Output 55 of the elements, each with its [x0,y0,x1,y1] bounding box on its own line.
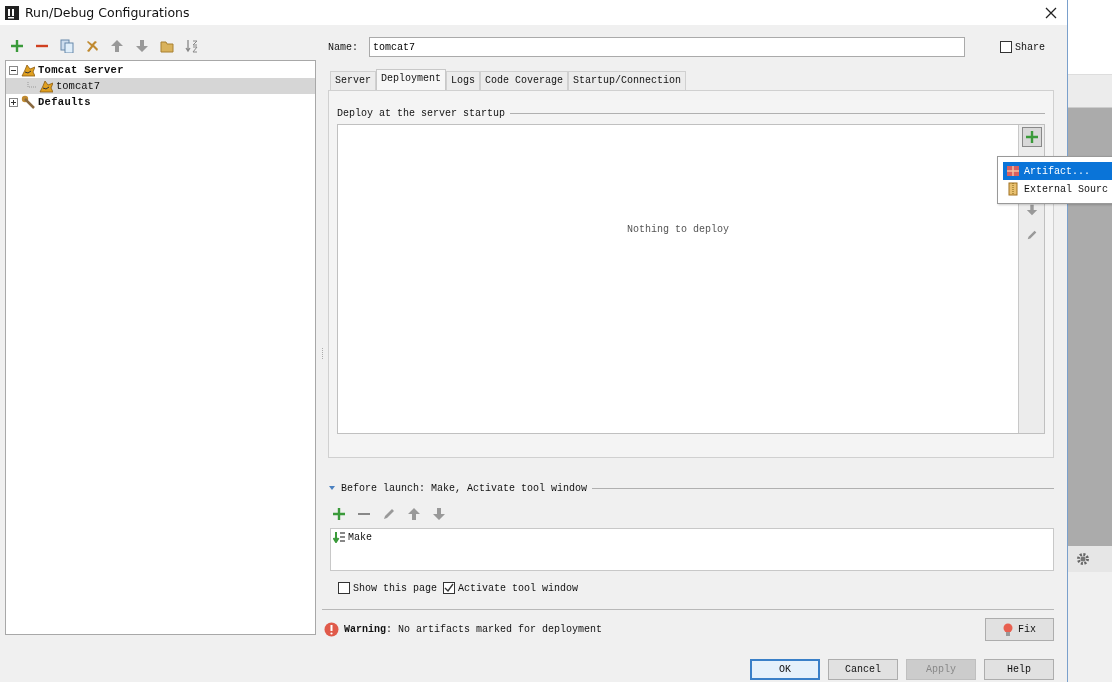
check-icon [444,583,454,593]
add-icon[interactable] [332,507,346,521]
sort-icon[interactable] [185,39,199,53]
archive-icon [1006,182,1020,196]
app-logo-icon [5,5,19,20]
move-down-icon[interactable] [1025,204,1038,216]
move-down-icon[interactable] [135,39,149,53]
tree-line-icon [27,81,36,91]
share-checkbox[interactable]: Share [1000,41,1045,53]
move-up-icon[interactable] [110,39,124,53]
cat-icon [39,79,53,93]
tab[interactable]: Deployment [376,69,447,90]
gear-icon[interactable] [1076,552,1090,566]
warning-message: Warning: No artifacts marked for deployment [344,624,603,635]
add-icon[interactable] [10,39,24,53]
expanded-triangle-icon[interactable] [328,484,336,492]
fix-button[interactable]: Fix [985,618,1054,641]
tree-item[interactable]: Tomcat Server [6,62,315,78]
menu-item[interactable]: External Sourc [1003,180,1112,198]
folder-icon[interactable] [160,39,174,53]
dialog-button[interactable]: Cancel [828,659,898,680]
tree-item[interactable]: Defaults [6,94,315,110]
group-title: Deploy at the server startup [337,107,506,119]
move-up-icon[interactable] [407,507,421,521]
name-label: Name: [328,41,359,53]
menu-item[interactable]: Artifact... [1003,162,1112,180]
tab[interactable]: Code Coverage [480,71,569,90]
add-icon [1024,130,1039,144]
task-item[interactable]: Make [331,529,1053,545]
move-down-icon[interactable] [432,507,446,521]
empty-message: Nothing to deploy [627,223,729,235]
expand-icon[interactable] [9,97,18,107]
edit-icon[interactable] [1025,229,1038,241]
cat-icon [21,63,35,77]
package-icon [1006,164,1020,178]
tab[interactable]: Logs [446,71,481,90]
make-icon [333,531,345,543]
collapse-icon[interactable] [9,65,18,75]
name-field[interactable]: tomcat7 [369,37,965,57]
option-checkbox[interactable]: Activate tool window [443,580,579,596]
option-checkbox[interactable]: Show this page [338,580,437,596]
add-button[interactable] [1021,127,1042,147]
close-icon[interactable] [1045,6,1057,19]
error-icon [324,622,339,637]
dialog-button[interactable]: Help [984,659,1054,680]
window-title: Run/Debug Configurations [25,5,190,20]
section-title: Before launch: Make, Activate tool window [341,482,588,494]
edit-icon[interactable] [382,507,396,521]
copy-icon[interactable] [60,39,74,53]
dialog-button[interactable]: OK [750,659,820,680]
splitter-grip-icon [320,347,324,360]
bulb-icon [1003,622,1013,637]
tab[interactable]: Startup/Connection [568,71,687,90]
tree-item[interactable]: tomcat7 [6,78,315,94]
tab[interactable]: Server [330,71,376,90]
